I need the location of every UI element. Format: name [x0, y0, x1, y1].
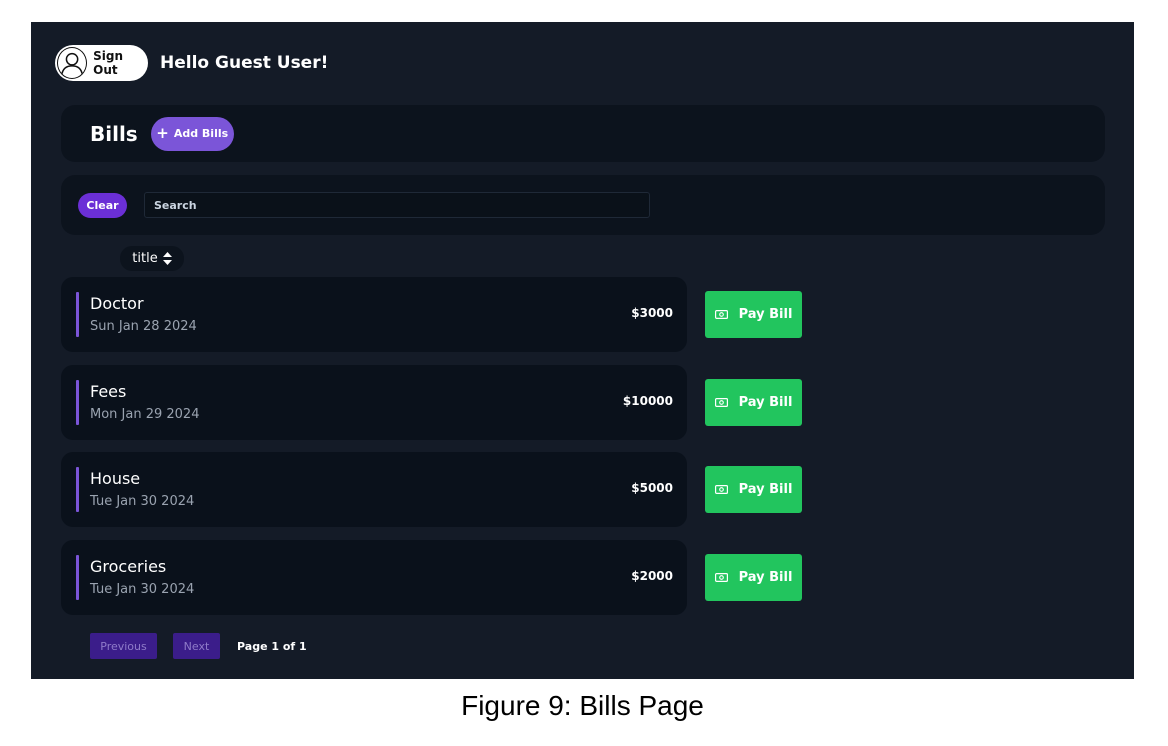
bill-card: House Tue Jan 30 2024 $5000 [61, 452, 687, 527]
bill-row: House Tue Jan 30 2024 $5000 Pay Bill [61, 452, 802, 527]
bill-card: Doctor Sun Jan 28 2024 $3000 [61, 277, 687, 352]
pay-bill-button[interactable]: Pay Bill [705, 379, 802, 426]
page-title: Bills [90, 121, 138, 146]
bill-accent-bar [76, 467, 79, 512]
bill-card: Fees Mon Jan 29 2024 $10000 [61, 365, 687, 440]
money-icon [714, 573, 728, 582]
bill-accent-bar [76, 555, 79, 600]
plus-icon: + [156, 124, 169, 142]
money-icon [714, 485, 728, 494]
previous-page-button[interactable]: Previous [90, 633, 157, 659]
sort-label: title [132, 251, 158, 266]
clear-button[interactable]: Clear [78, 192, 127, 218]
pay-bill-label: Pay Bill [738, 482, 793, 497]
bill-accent-bar [76, 292, 79, 337]
search-bar: Clear [61, 175, 1105, 235]
bill-date: Mon Jan 29 2024 [90, 407, 200, 422]
bills-app: Sign Out Hello Guest User! Bills + Add B… [31, 22, 1134, 679]
bill-title: House [90, 469, 141, 488]
pay-bill-button[interactable]: Pay Bill [705, 291, 802, 338]
bill-accent-bar [76, 380, 79, 425]
add-bills-label: Add Bills [173, 127, 229, 140]
next-page-button[interactable]: Next [173, 633, 220, 659]
bill-title: Groceries [90, 557, 167, 576]
bill-amount: $3000 [631, 306, 673, 320]
bill-amount: $2000 [631, 569, 673, 583]
pay-bill-button[interactable]: Pay Bill [705, 466, 802, 513]
page-indicator: Page 1 of 1 [237, 639, 307, 653]
add-bills-button[interactable]: + Add Bills [150, 116, 234, 151]
bill-date: Sun Jan 28 2024 [90, 319, 197, 334]
bill-title: Doctor [90, 294, 144, 313]
bill-row: Groceries Tue Jan 30 2024 $2000 Pay Bill [61, 540, 802, 615]
pay-bill-label: Pay Bill [738, 395, 793, 410]
pagination: Previous Next Page 1 of 1 [90, 633, 307, 659]
bill-date: Tue Jan 30 2024 [90, 582, 195, 597]
bill-date: Tue Jan 30 2024 [90, 494, 195, 509]
pay-bill-label: Pay Bill [738, 570, 793, 585]
sign-out-label: Sign Out [93, 49, 124, 77]
sort-icon [162, 252, 172, 265]
bill-title: Fees [90, 382, 127, 401]
pay-bill-label: Pay Bill [738, 307, 793, 322]
sign-out-button[interactable]: Sign Out [55, 45, 148, 81]
money-icon [714, 398, 728, 407]
top-bar: Sign Out Hello Guest User! [55, 45, 328, 81]
user-avatar-icon [57, 47, 88, 79]
greeting-text: Hello Guest User! [160, 53, 329, 73]
bill-row: Doctor Sun Jan 28 2024 $3000 Pay Bill [61, 277, 802, 352]
search-input[interactable] [144, 192, 650, 218]
money-icon [714, 310, 728, 319]
bill-amount: $10000 [622, 394, 673, 408]
bill-amount: $5000 [631, 481, 673, 495]
pay-bill-button[interactable]: Pay Bill [705, 554, 802, 601]
figure-caption: Figure 9: Bills Page [461, 690, 704, 721]
bill-row: Fees Mon Jan 29 2024 $10000 Pay Bill [61, 365, 802, 440]
sort-by-title-button[interactable]: title [120, 246, 184, 271]
bills-header: Bills + Add Bills [61, 105, 1105, 162]
bill-card: Groceries Tue Jan 30 2024 $2000 [61, 540, 687, 615]
